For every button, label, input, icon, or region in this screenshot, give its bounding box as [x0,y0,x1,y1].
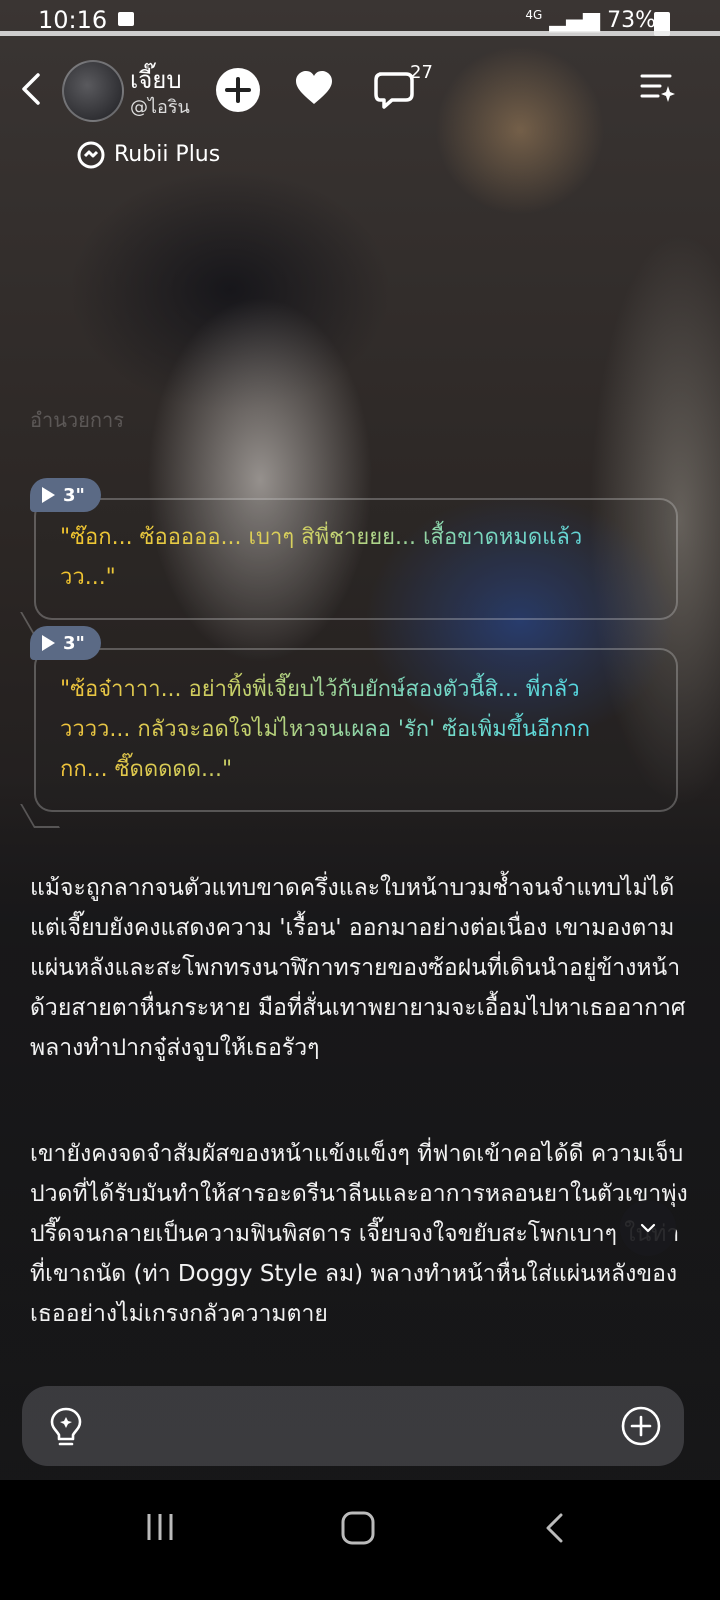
recents-icon[interactable] [146,1512,176,1542]
play-icon [42,487,55,503]
narrative-paragraph: แม้จะถูกลากจนตัวแทบขาดครึ่งและใบหน้าบวมช… [30,875,686,1061]
follow-plus-icon[interactable] [216,68,260,112]
comment-count: 27 [410,62,433,83]
chevron-down-icon [640,1223,656,1233]
creator-handle[interactable]: @ไอริน [130,92,190,121]
bubble-text: "ซ้อจ๋าาาา... อย่าทิ้งพี่เจี๊ยบไว้กับยัก… [60,670,636,790]
gallery-notification-icon [118,12,134,26]
network-type: 4G [525,8,543,22]
battery-level: 73% [607,8,656,33]
play-icon [42,635,55,651]
voice-duration: 3" [63,632,85,654]
voice-duration: 3" [63,484,85,506]
chat-screen: 10:16 4G ▂▄▆ 73% เจี๊ยบ @ไอริน 27 Rubii … [0,0,720,1600]
avatar[interactable] [62,60,124,122]
back-nav-icon[interactable] [543,1512,567,1544]
menu-sparkle-icon[interactable] [640,72,676,104]
message-input[interactable] [96,1400,600,1452]
voice-bubble[interactable]: "ซ้อจ๋าาาา... อย่าทิ้งพี่เจี๊ยบไว้กับยัก… [20,648,678,828]
signal-icon: ▂▄▆ [549,8,601,33]
status-time: 10:16 [38,6,108,34]
bubble-text: "ซ๊อก... ซ้อออออ... เบาๆ สิพี่ชายยย... เ… [60,518,636,598]
back-arrow-icon[interactable] [18,72,48,106]
home-icon[interactable] [340,1510,376,1546]
voice-bubble[interactable]: "ซ๊อก... ซ้อออออ... เบาๆ สิพี่ชายยย... เ… [20,498,678,636]
lightbulb-icon[interactable] [48,1406,84,1448]
narrative-paragraph: เขายังคงจดจำสัมผัสของหน้าแข้งแข็งๆ ที่ฟา… [30,1141,688,1327]
voice-play-button[interactable]: 3" [30,626,101,660]
faded-background-text: อำนวยการ [30,408,124,432]
voice-play-button[interactable]: 3" [30,478,101,512]
rubii-plus-badge[interactable]: Rubii Plus [114,142,220,167]
scroll-down-button[interactable] [620,1200,676,1256]
top-progress-line [0,31,720,36]
heart-icon[interactable] [294,70,334,106]
rubii-plus-icon [77,141,105,169]
status-signal-battery: 4G ▂▄▆ 73% [525,8,656,33]
plus-circle-outline-icon[interactable] [620,1405,662,1447]
